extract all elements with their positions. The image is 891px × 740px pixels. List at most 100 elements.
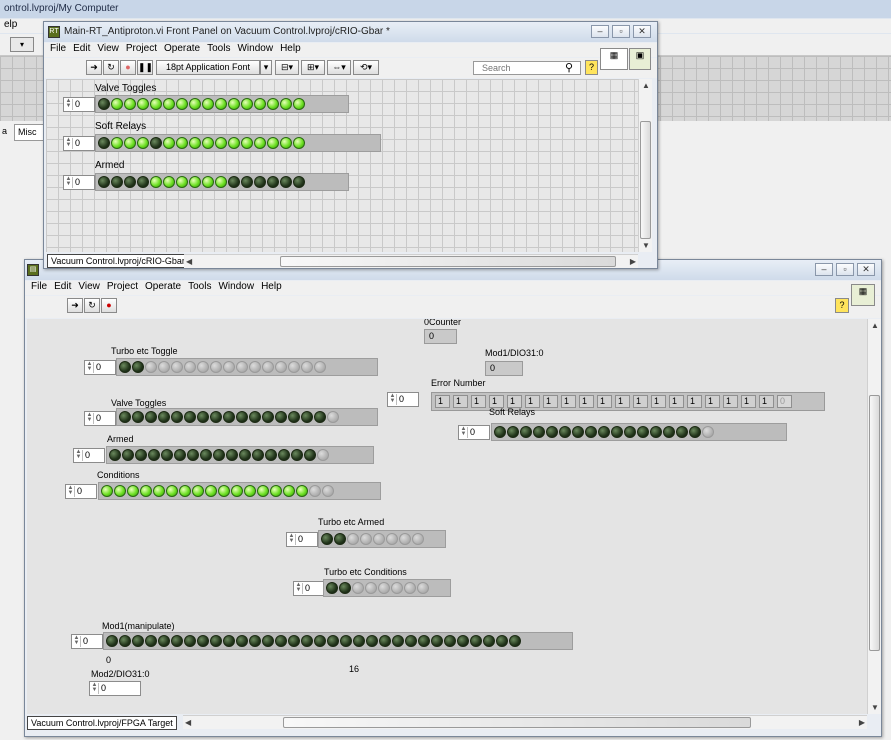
- w1-valve-toggles-index[interactable]: ▲ ▼ 0: [63, 97, 95, 112]
- led[interactable]: [223, 361, 235, 373]
- menu-help[interactable]: Help: [261, 281, 282, 292]
- led[interactable]: [301, 411, 313, 423]
- led[interactable]: [611, 426, 623, 438]
- led[interactable]: [140, 485, 152, 497]
- turbo-conditions-index[interactable]: ▲ ▼ 0: [293, 581, 325, 596]
- led[interactable]: [339, 582, 351, 594]
- menu-window[interactable]: Window: [237, 43, 273, 54]
- w1-armed-index[interactable]: ▲ ▼ 0: [63, 175, 95, 190]
- led[interactable]: [231, 485, 243, 497]
- led[interactable]: [262, 361, 274, 373]
- led[interactable]: [150, 176, 162, 188]
- spinner-icon[interactable]: ▲ ▼: [65, 98, 73, 110]
- led[interactable]: [228, 176, 240, 188]
- led[interactable]: [101, 485, 113, 497]
- led[interactable]: [244, 485, 256, 497]
- led[interactable]: [202, 98, 214, 110]
- background-tab-a[interactable]: a: [2, 126, 12, 140]
- scroll-up-arrow-icon[interactable]: ▲: [871, 321, 879, 330]
- led[interactable]: [163, 137, 175, 149]
- minimize-button[interactable]: –: [591, 25, 609, 38]
- led[interactable]: [122, 449, 134, 461]
- led[interactable]: [418, 635, 430, 647]
- led[interactable]: [119, 411, 131, 423]
- led[interactable]: [176, 137, 188, 149]
- led[interactable]: [218, 485, 230, 497]
- led[interactable]: [213, 449, 225, 461]
- led[interactable]: [483, 635, 495, 647]
- led[interactable]: [296, 485, 308, 497]
- maximize-button[interactable]: ▫: [836, 263, 854, 276]
- led[interactable]: [150, 98, 162, 110]
- minimize-button[interactable]: –: [815, 263, 833, 276]
- help-icon[interactable]: ?: [835, 298, 849, 313]
- menu-edit[interactable]: Edit: [73, 43, 90, 54]
- led[interactable]: [176, 176, 188, 188]
- led[interactable]: [275, 411, 287, 423]
- menu-tools[interactable]: Tools: [207, 43, 230, 54]
- led[interactable]: [334, 533, 346, 545]
- led[interactable]: [192, 485, 204, 497]
- led[interactable]: [559, 426, 571, 438]
- led[interactable]: [275, 361, 287, 373]
- turbo-armed-index[interactable]: ▲ ▼ 0: [286, 532, 318, 547]
- led[interactable]: [163, 98, 175, 110]
- led[interactable]: [404, 582, 416, 594]
- menu-view[interactable]: View: [78, 281, 100, 292]
- led[interactable]: [291, 449, 303, 461]
- window1-hscroll-thumb[interactable]: [280, 256, 616, 267]
- led[interactable]: [158, 361, 170, 373]
- mod2-dio-control[interactable]: ▲ ▼ 0: [89, 681, 141, 696]
- led[interactable]: [444, 635, 456, 647]
- led[interactable]: [353, 635, 365, 647]
- led[interactable]: [236, 361, 248, 373]
- led[interactable]: [405, 635, 417, 647]
- led[interactable]: [399, 533, 411, 545]
- led[interactable]: [509, 635, 521, 647]
- led[interactable]: [280, 98, 292, 110]
- spinner-icon[interactable]: ▲ ▼: [65, 176, 73, 188]
- led[interactable]: [252, 449, 264, 461]
- led[interactable]: [111, 98, 123, 110]
- led[interactable]: [176, 98, 188, 110]
- spinner-icon[interactable]: ▲ ▼: [67, 485, 75, 497]
- led[interactable]: [340, 635, 352, 647]
- led[interactable]: [98, 98, 110, 110]
- led[interactable]: [254, 137, 266, 149]
- scroll-right-arrow-icon[interactable]: ▶: [630, 257, 636, 266]
- close-button[interactable]: ✕: [633, 25, 651, 38]
- led[interactable]: [241, 98, 253, 110]
- spinner-icon[interactable]: ▲ ▼: [65, 137, 73, 149]
- spinner-icon[interactable]: ▲ ▼: [295, 582, 303, 594]
- led[interactable]: [326, 582, 338, 594]
- led[interactable]: [598, 426, 610, 438]
- menu-edit[interactable]: Edit: [54, 281, 71, 292]
- resize-objects-icon[interactable]: ⇔▾: [327, 60, 351, 75]
- led[interactable]: [288, 635, 300, 647]
- led[interactable]: [163, 176, 175, 188]
- run-arrow-icon[interactable]: ➜: [67, 298, 83, 313]
- menu-file[interactable]: File: [31, 281, 47, 292]
- led[interactable]: [124, 98, 136, 110]
- led[interactable]: [520, 426, 532, 438]
- led[interactable]: [135, 449, 147, 461]
- led[interactable]: [228, 98, 240, 110]
- led[interactable]: [585, 426, 597, 438]
- led[interactable]: [314, 635, 326, 647]
- led[interactable]: [137, 98, 149, 110]
- led[interactable]: [132, 635, 144, 647]
- scroll-right-arrow-icon[interactable]: ▶: [859, 718, 865, 727]
- led[interactable]: [153, 485, 165, 497]
- spinner-icon[interactable]: ▲ ▼: [73, 635, 81, 647]
- spinner-icon[interactable]: ▲ ▼: [91, 682, 99, 694]
- led[interactable]: [314, 361, 326, 373]
- led[interactable]: [184, 411, 196, 423]
- led[interactable]: [223, 411, 235, 423]
- conditions-index[interactable]: ▲ ▼ 0: [65, 484, 97, 499]
- align-objects-icon[interactable]: ⊟▾: [275, 60, 299, 75]
- led[interactable]: [200, 449, 212, 461]
- led[interactable]: [293, 176, 305, 188]
- led[interactable]: [236, 635, 248, 647]
- led[interactable]: [280, 137, 292, 149]
- led[interactable]: [637, 426, 649, 438]
